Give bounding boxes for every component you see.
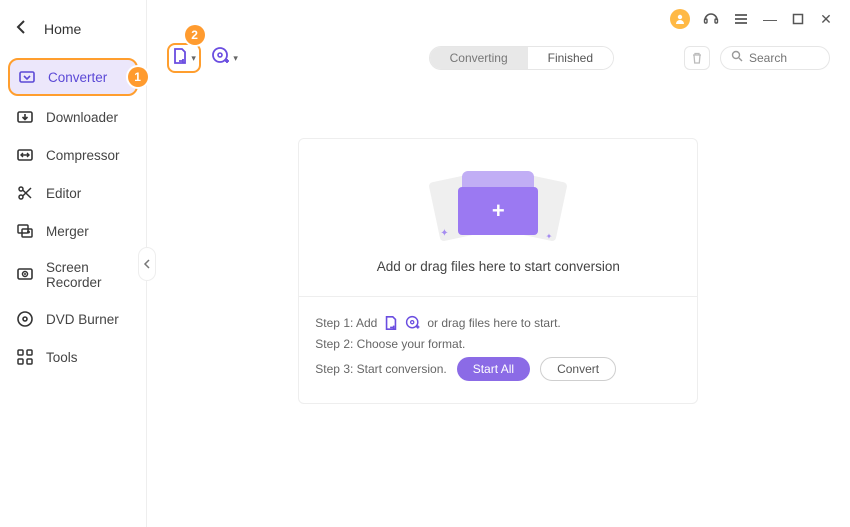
sidebar-item-label: Merger (46, 224, 89, 239)
steps-panel: Step 1: Add or drag files here to start.… (299, 296, 697, 403)
titlebar: — ✕ (147, 0, 850, 38)
start-all-button[interactable]: Start All (457, 357, 530, 381)
tab-finished[interactable]: Finished (528, 47, 613, 69)
merge-icon (16, 222, 34, 240)
drop-zone[interactable]: + ✦✦ Add or drag files here to start con… (299, 139, 697, 296)
sidebar-item-label: Compressor (46, 148, 120, 163)
recorder-icon (16, 266, 34, 284)
sidebar-item-label: DVD Burner (46, 312, 119, 327)
callout-badge-2: 2 (185, 25, 205, 45)
window-minimize-button[interactable]: — (762, 11, 778, 27)
step-1-post: or drag files here to start. (427, 316, 560, 330)
add-file-button[interactable]: ▾ (167, 43, 201, 73)
step-1-pre: Step 1: Add (315, 316, 377, 330)
collapse-sidebar-button[interactable] (138, 247, 156, 281)
sidebar-item-label: Screen Recorder (46, 260, 130, 290)
compress-icon (16, 146, 34, 164)
sidebar-item-tools[interactable]: Tools (8, 340, 138, 374)
sidebar-item-screen-recorder[interactable]: Screen Recorder (8, 252, 138, 298)
add-file-icon (171, 47, 189, 70)
step-3: Step 3: Start conversion. Start All Conv… (315, 357, 681, 381)
sidebar-item-compressor[interactable]: Compressor (8, 138, 138, 172)
sidebar: Home Converter 1 Downloader Compressor (0, 0, 147, 527)
search-icon (731, 49, 743, 67)
add-disc-button[interactable]: ▾ (211, 44, 239, 72)
window-close-button[interactable]: ✕ (818, 11, 834, 27)
window-maximize-button[interactable] (790, 11, 806, 27)
grid-icon (16, 348, 34, 366)
convert-button[interactable]: Convert (540, 357, 616, 381)
scissors-icon (16, 184, 34, 202)
plus-icon: + (492, 198, 505, 224)
sidebar-item-label: Tools (46, 350, 78, 365)
add-disc-icon[interactable] (405, 315, 421, 331)
back-row: Home (8, 14, 138, 56)
add-file-icon[interactable] (383, 315, 399, 331)
hamburger-icon[interactable] (732, 10, 750, 28)
sidebar-item-converter[interactable]: Converter 1 (8, 58, 138, 96)
download-icon (16, 108, 34, 126)
converter-icon (18, 68, 36, 86)
main-area: — ✕ ▾ 2 ▾ (147, 0, 850, 527)
sidebar-item-label: Editor (46, 186, 81, 201)
folder-illustration: + ✦✦ (438, 167, 558, 243)
search-box[interactable] (720, 46, 830, 70)
sidebar-item-label: Downloader (46, 110, 118, 125)
add-disc-icon (211, 46, 231, 71)
sidebar-item-dvd-burner[interactable]: DVD Burner (8, 302, 138, 336)
back-arrow-icon[interactable] (16, 20, 26, 38)
search-input[interactable] (749, 51, 819, 65)
trash-button[interactable] (684, 46, 710, 70)
sidebar-item-downloader[interactable]: Downloader (8, 100, 138, 134)
user-avatar-icon[interactable] (670, 9, 690, 29)
sidebar-item-editor[interactable]: Editor (8, 176, 138, 210)
headset-icon[interactable] (702, 10, 720, 28)
disc-icon (16, 310, 34, 328)
step-1: Step 1: Add or drag files here to start. (315, 315, 681, 331)
sidebar-item-merger[interactable]: Merger (8, 214, 138, 248)
status-tabs: Converting Finished (429, 46, 614, 70)
step-3-pre: Step 3: Start conversion. (315, 362, 446, 376)
topbar: ▾ 2 ▾ Converting Finished (147, 38, 850, 78)
chevron-down-icon: ▾ (191, 53, 196, 64)
step-2: Step 2: Choose your format. (315, 337, 681, 351)
tab-converting[interactable]: Converting (430, 47, 528, 69)
chevron-down-icon: ▾ (233, 53, 238, 64)
home-label[interactable]: Home (44, 21, 81, 37)
drop-zone-text: Add or drag files here to start conversi… (377, 259, 620, 274)
callout-badge-1: 1 (128, 67, 148, 87)
sidebar-item-label: Converter (48, 70, 107, 85)
conversion-card: + ✦✦ Add or drag files here to start con… (298, 138, 698, 404)
